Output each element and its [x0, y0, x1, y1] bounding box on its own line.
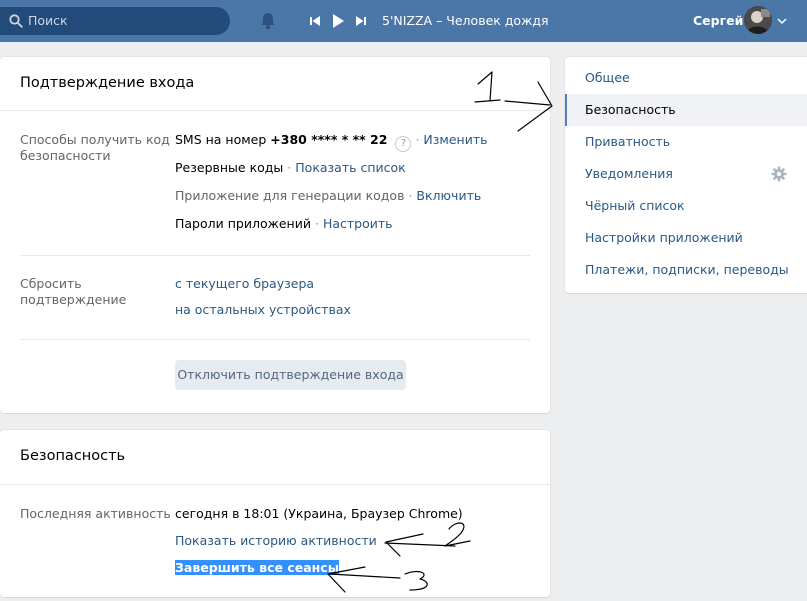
play-icon[interactable]	[331, 13, 345, 29]
divider	[20, 255, 530, 256]
divider	[20, 339, 530, 340]
show-list-link[interactable]: Показать список	[295, 160, 405, 175]
app-generator-row: Приложение для генерации кодов · Включить	[175, 188, 482, 203]
sms-prefix: SMS на номер	[175, 132, 271, 147]
menu-item-app-settings[interactable]: Настройки приложений	[565, 222, 807, 254]
app-passwords-row: Пароли приложений · Настроить	[175, 216, 393, 231]
card-title: Подтверждение входа	[20, 75, 195, 91]
configure-link[interactable]: Настроить	[323, 216, 393, 231]
reset-label: Сбросить подтверждение	[20, 276, 127, 307]
search-placeholder: Поиск	[28, 13, 68, 28]
reset-current-browser-link[interactable]: с текущего браузера	[175, 276, 314, 291]
bell-icon[interactable]	[258, 11, 278, 31]
help-icon[interactable]: ?	[395, 136, 412, 152]
sms-number: +380 **** * ** 22	[270, 132, 388, 147]
enable-link[interactable]: Включить	[416, 188, 481, 203]
search-icon	[9, 14, 23, 28]
sms-row: SMS на номер +380 **** * ** 22? · Изменить	[175, 132, 487, 152]
next-track-icon[interactable]	[355, 13, 367, 29]
end-all-sessions-link[interactable]: Завершить все сеансы	[175, 560, 340, 575]
login-confirmation-card: Подтверждение входа Способы получить код…	[0, 57, 550, 413]
gear-icon[interactable]	[771, 166, 787, 182]
menu-item-payments[interactable]: Платежи, подписки, переводы	[565, 254, 807, 286]
reset-other-devices-link[interactable]: на остальных устройствах	[175, 302, 351, 317]
menu-item-privacy[interactable]: Приватность	[565, 126, 807, 158]
menu-item-notifications: Уведомления	[585, 166, 673, 181]
divider	[0, 484, 550, 485]
last-activity-value: сегодня в 18:01 (Украина, Браузер Chrome…	[175, 506, 463, 521]
methods-label: Способы получить код безопасности	[20, 132, 170, 163]
chevron-down-icon[interactable]	[777, 17, 787, 25]
track-title[interactable]: 5'NIZZA – Человек дождя	[382, 13, 549, 28]
divider	[0, 110, 550, 111]
menu-item-general[interactable]: Общее	[565, 62, 807, 94]
app-generator-label: Приложение для генерации кодов	[175, 188, 405, 203]
disable-login-confirmation-button[interactable]: Отключить подтверждение входа	[175, 360, 406, 390]
change-link[interactable]: Изменить	[423, 132, 487, 147]
menu-item-security[interactable]: Безопасность	[565, 94, 807, 126]
search-box[interactable]: Поиск	[0, 7, 230, 35]
top-bar: Поиск 5'NIZZA – Человек дождя Сергей	[0, 0, 807, 42]
backup-codes-row: Резервные коды · Показать список	[175, 160, 406, 175]
card-title: Безопасность	[20, 448, 126, 464]
avatar-photo	[744, 6, 772, 34]
avatar[interactable]	[744, 6, 772, 34]
menu-item-blacklist[interactable]: Чёрный список	[565, 190, 807, 222]
app-passwords-label: Пароли приложений	[175, 216, 311, 231]
user-name[interactable]: Сергей	[693, 13, 743, 28]
previous-track-icon[interactable]	[309, 13, 321, 29]
backup-codes-label: Резервные коды	[175, 160, 284, 175]
show-activity-history-link[interactable]: Показать историю активности	[175, 533, 377, 548]
menu-item-notifications-row[interactable]: Уведомления	[565, 158, 807, 190]
end-all-sessions-row: Завершить все сеансы	[175, 560, 340, 575]
security-card: Безопасность Последняя активность сегодн…	[0, 430, 550, 597]
last-activity-label: Последняя активность	[20, 506, 171, 521]
settings-menu: Общее Безопасность Приватность Уведомлен…	[565, 57, 807, 293]
